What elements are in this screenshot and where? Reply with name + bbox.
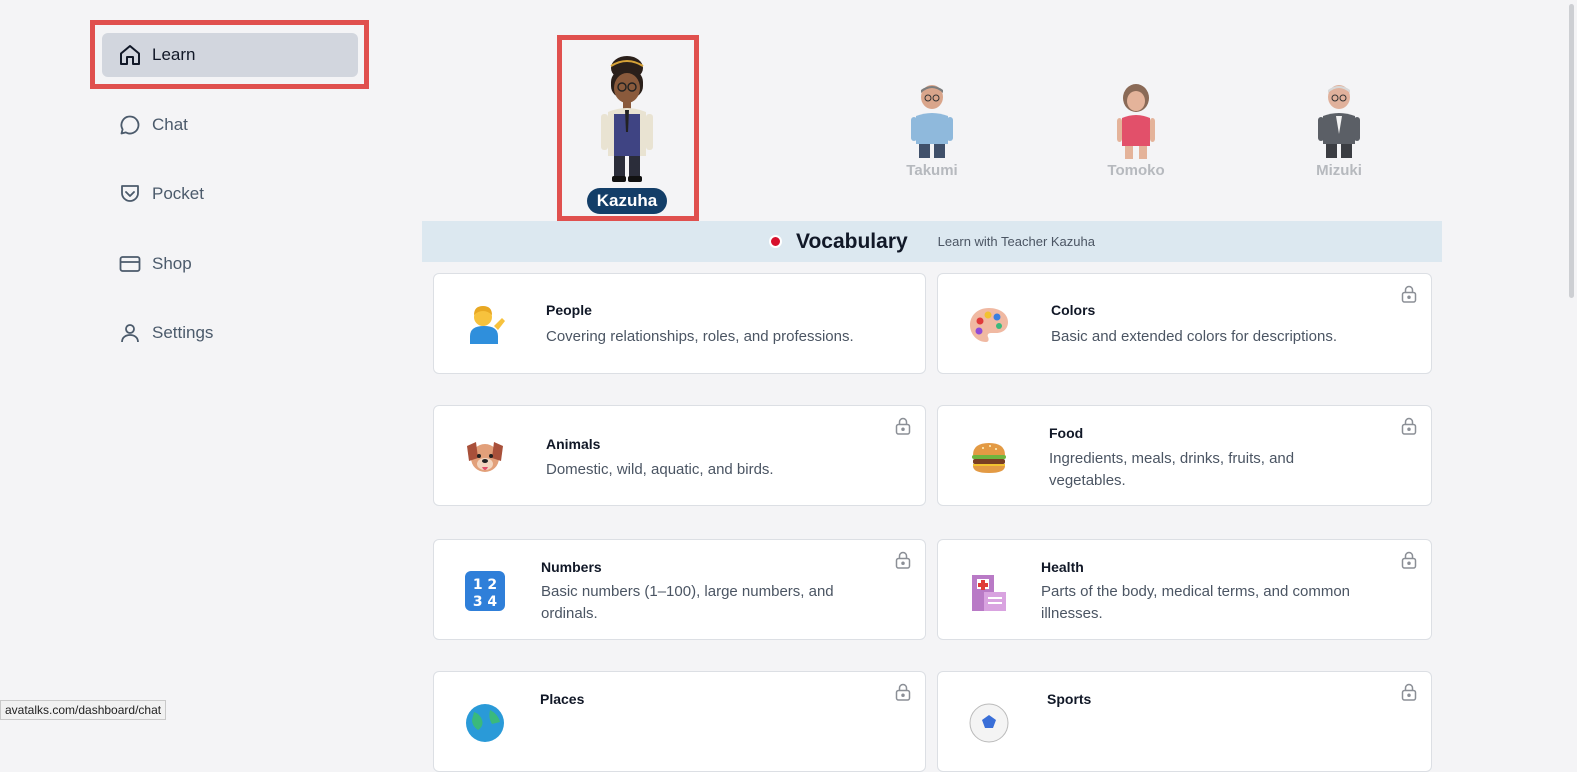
lock-icon [1401,285,1417,303]
pocket-icon [118,182,142,206]
takumi-avatar-icon [911,85,953,158]
home-icon [118,43,142,67]
globe-icon [466,704,504,742]
lock-icon [1401,551,1417,569]
card-title: Numbers [541,559,602,575]
sidebar: Learn Chat Pocket Shop Settings [0,0,400,720]
status-bar-url: avatalks.com/dashboard/chat [0,700,167,720]
card-people[interactable]: People Covering relationships, roles, an… [433,273,926,374]
svg-text:3 4: 3 4 [473,594,498,610]
card-title: Health [1041,559,1084,575]
lock-icon [895,551,911,569]
teacher-name: Takumi [906,162,958,179]
teacher-tomoko[interactable]: Tomoko [1096,84,1176,179]
card-colors[interactable]: Colors Basic and extended colors for des… [937,273,1432,374]
numbers-1234-icon: 1 2 3 4 [465,571,505,611]
japan-flag-icon [769,235,783,248]
chat-icon [118,113,142,137]
card-health[interactable]: Health Parts of the body, medical terms,… [937,539,1432,640]
sidebar-item-label: Chat [152,115,188,134]
section-subtitle: Learn with Teacher Kazuha [937,234,1095,249]
sidebar-item-shop[interactable]: Shop [102,242,358,286]
svg-text:1 2: 1 2 [473,577,497,593]
lock-icon [895,683,911,701]
card-description: Ingredients, meals, drinks, fruits, and … [1049,450,1295,489]
section-title: Vocabulary [796,229,908,253]
sidebar-item-label: Pocket [152,184,204,203]
page-scrollbar[interactable] [1569,4,1574,298]
hospital-icon [972,575,1006,611]
card-title: Food [1049,425,1084,441]
card-title: Colors [1051,302,1096,318]
card-animals[interactable]: Animals Domestic, wild, aquatic, and bir… [433,405,926,506]
sidebar-item-label: Learn [152,45,196,64]
palette-icon [970,308,1008,342]
user-icon [118,321,142,345]
sidebar-item-settings[interactable]: Settings [102,311,358,355]
card-food[interactable]: Food Ingredients, meals, drinks, fruits,… [937,405,1432,506]
section-header: Vocabulary Learn with Teacher Kazuha [422,221,1442,262]
lock-icon [1401,417,1417,435]
person-tipping-hand-icon [470,306,505,344]
card-title: Sports [1047,691,1092,707]
card-description: Basic and extended colors for descriptio… [1051,328,1337,345]
teacher-mizuki[interactable]: Mizuki [1299,84,1379,179]
card-numbers[interactable]: 1 2 3 4 Numbers Basic numbers (1–100), l… [433,539,926,640]
lock-icon [1401,683,1417,701]
teacher-name: Mizuki [1316,162,1362,179]
card-title: Animals [546,436,601,452]
card-title: People [546,302,592,318]
lock-icon [895,417,911,435]
card-sports[interactable]: Sports [937,671,1432,772]
card-description: Domestic, wild, aquatic, and birds. [546,461,774,478]
teacher-takumi[interactable]: Takumi [892,84,972,179]
card-icon [118,252,142,276]
sidebar-item-label: Settings [152,323,214,342]
card-description: Parts of the body, medical terms, and co… [1041,583,1351,622]
tomoko-avatar-icon [1117,84,1155,159]
card-title: Places [540,691,585,707]
teacher-kazuha[interactable]: Kazuha [562,42,692,214]
mizuki-avatar-icon [1318,85,1360,158]
sidebar-item-learn[interactable]: Learn [102,33,358,77]
card-description: Basic numbers (1–100), large numbers, an… [541,583,834,622]
card-places[interactable]: Places [433,671,926,772]
teacher-name: Kazuha [586,188,668,214]
sidebar-item-label: Shop [152,254,192,273]
teacher-name: Tomoko [1107,162,1165,179]
sidebar-item-chat[interactable]: Chat [102,103,358,147]
hamburger-icon [972,443,1006,473]
dog-face-icon [467,442,503,472]
sidebar-item-pocket[interactable]: Pocket [102,172,358,216]
card-description: Covering relationships, roles, and profe… [546,328,854,345]
soccer-ball-icon [969,703,1009,743]
kazuha-avatar-icon [601,56,653,182]
